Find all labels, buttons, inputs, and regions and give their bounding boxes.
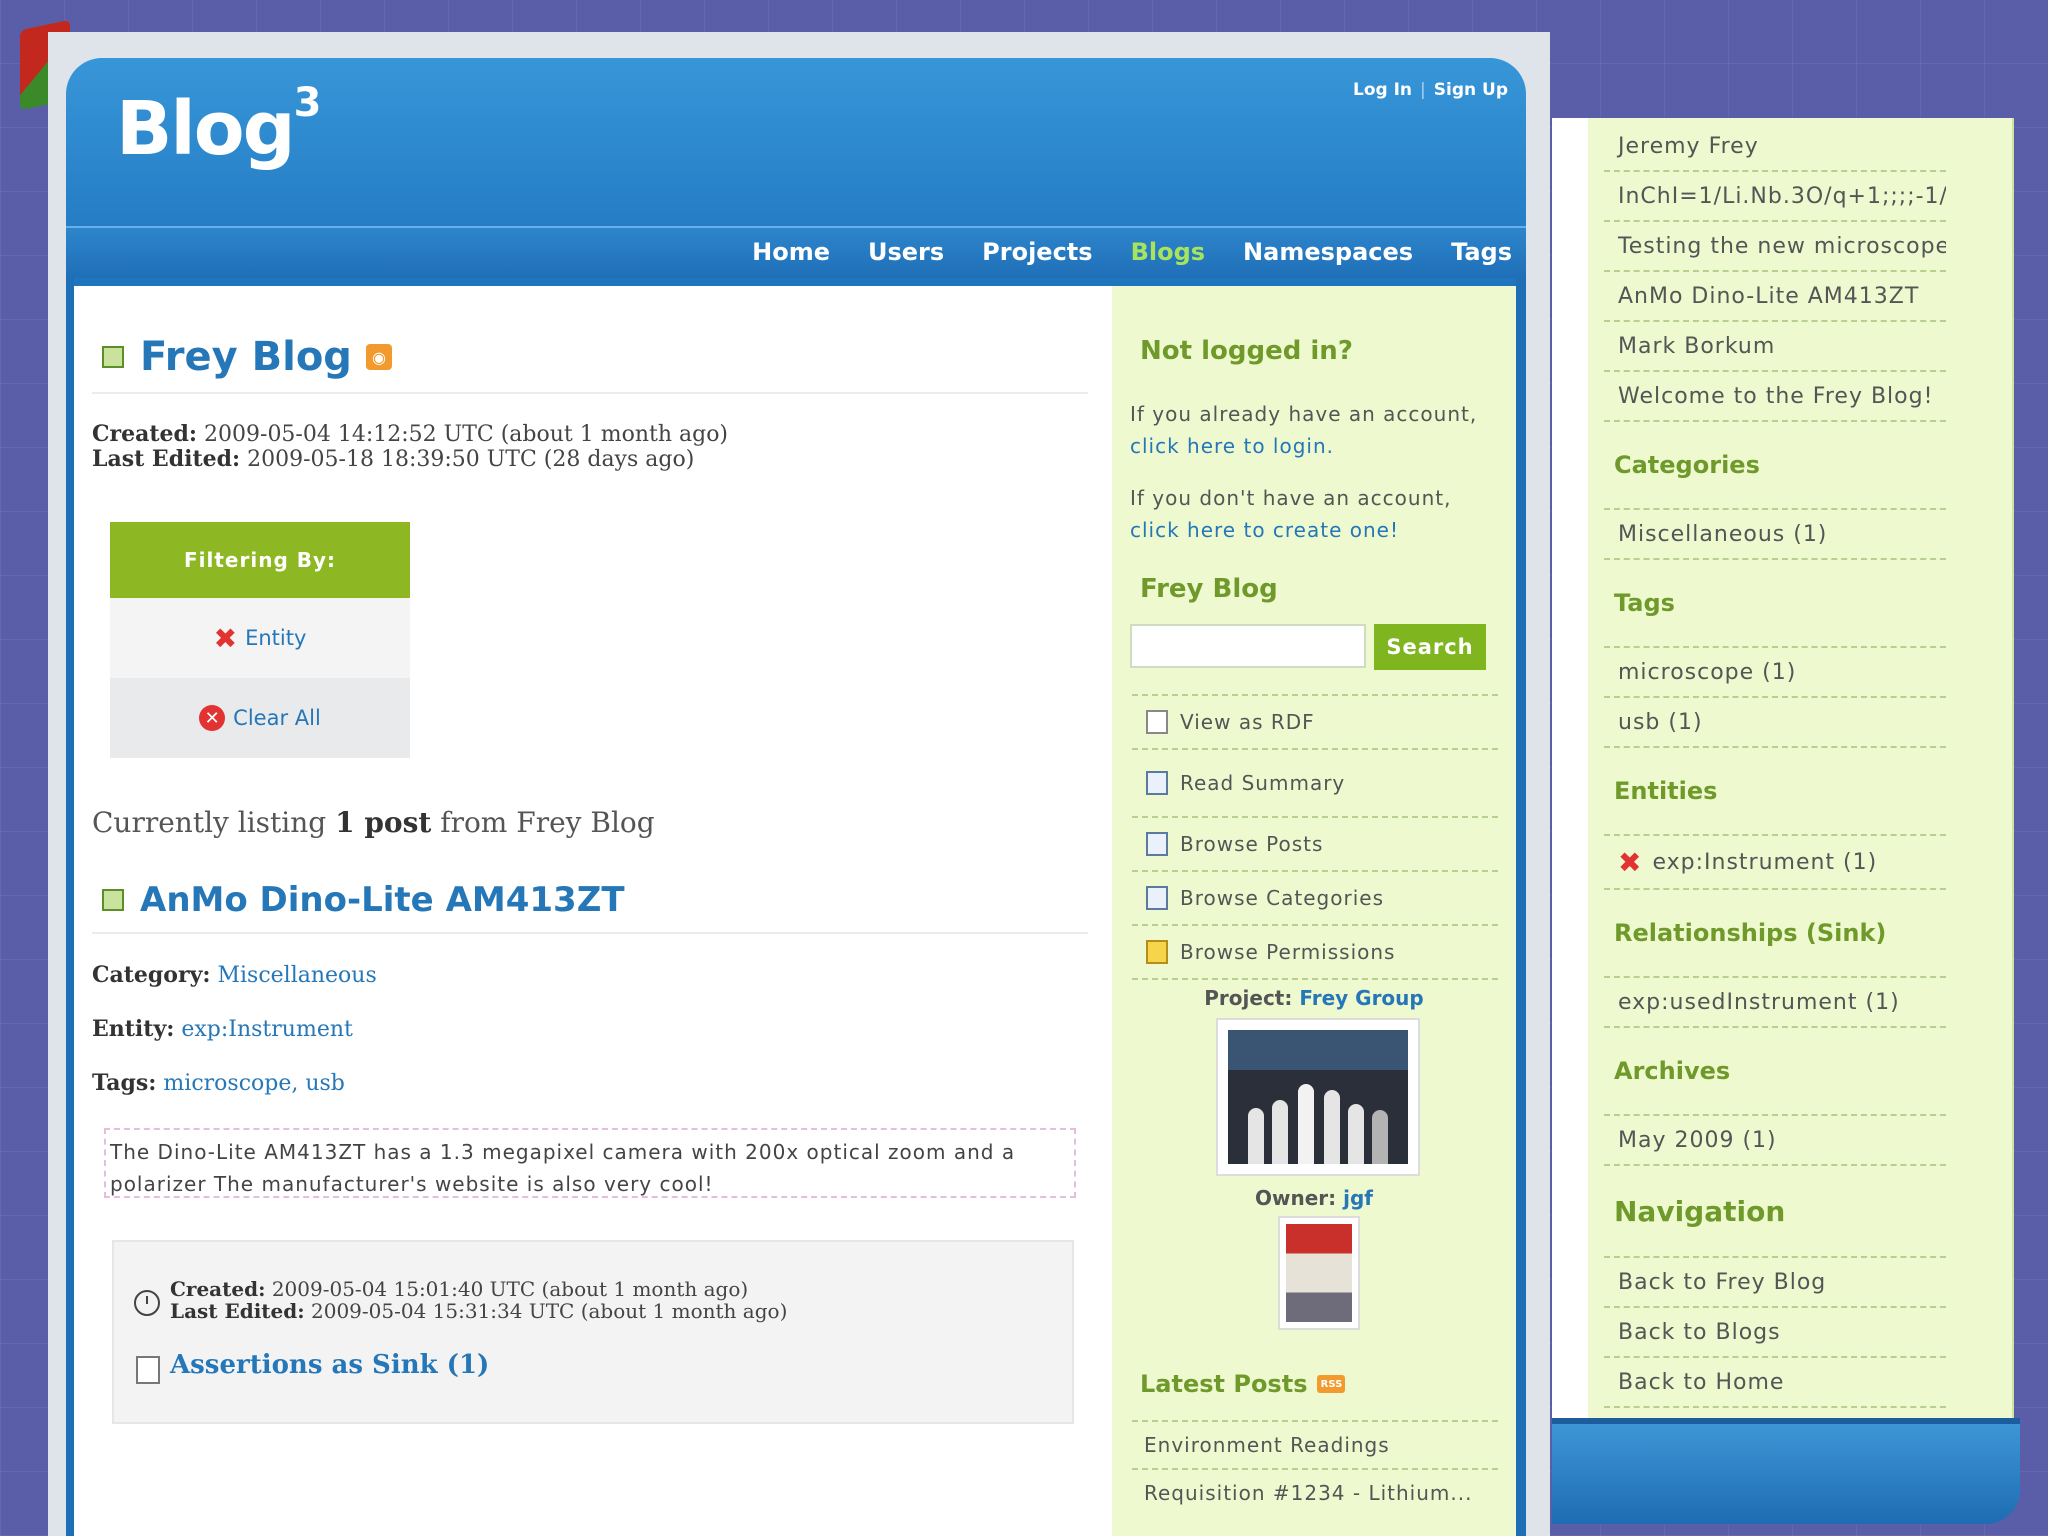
document-icon — [136, 1356, 160, 1384]
entities-heading: Entities — [1604, 748, 1946, 836]
login-prompt: If you already have an account, click he… — [1130, 398, 1477, 462]
filter-header: Filtering By: — [110, 522, 410, 598]
owner-avatar[interactable] — [1278, 1216, 1360, 1330]
listing-summary: Currently listing 1 post from Frey Blog — [92, 806, 655, 839]
recent-items-list: Jeremy Frey InChI=1/Li.Nb.3O/q+1;;;;-1/.… — [1604, 122, 1946, 1408]
remove-icon[interactable]: ✖ — [1618, 846, 1642, 879]
list-item[interactable]: Welcome to the Frey Blog! — [1604, 372, 1946, 422]
list-item[interactable]: InChI=1/Li.Nb.3O/q+1;;;;-1/... — [1604, 172, 1946, 222]
latest-post-item[interactable]: Environment Readings — [1132, 1420, 1498, 1468]
post-category: Category: Miscellaneous — [92, 962, 377, 988]
latest-posts-heading: Latest Posts RSS — [1140, 1370, 1346, 1398]
post-entity: Entity: exp:Instrument — [92, 1016, 353, 1042]
categories-icon — [1146, 886, 1168, 910]
nav-home[interactable]: Home — [752, 238, 830, 266]
browse-posts-link[interactable]: Browse Posts — [1132, 816, 1498, 870]
nav-users[interactable]: Users — [868, 238, 944, 266]
clear-all-filter[interactable]: ✕ Clear All — [110, 678, 410, 758]
entity-item[interactable]: ✖ exp:Instrument (1) — [1604, 836, 1946, 890]
nav-projects[interactable]: Projects — [982, 238, 1092, 266]
search-input[interactable] — [1130, 624, 1366, 668]
auth-links: Log In | Sign Up — [1353, 80, 1508, 100]
clear-icon[interactable]: ✕ — [199, 705, 226, 731]
footer-bar — [1552, 1418, 2020, 1524]
not-logged-heading: Not logged in? — [1140, 336, 1353, 366]
post-body: The Dino-Lite AM413ZT has a 1.3 megapixe… — [104, 1128, 1076, 1198]
clock-icon — [134, 1290, 160, 1316]
collapse-icon[interactable] — [102, 346, 124, 368]
archive-item[interactable]: May 2009 (1) — [1604, 1116, 1946, 1166]
relationship-item[interactable]: exp:usedInstrument (1) — [1604, 978, 1946, 1028]
project-link[interactable]: Frey Group — [1299, 986, 1423, 1010]
owner-link[interactable]: jgf — [1343, 1186, 1373, 1210]
category-item[interactable]: Miscellaneous (1) — [1604, 510, 1946, 560]
rss-icon[interactable]: RSS — [1317, 1375, 1346, 1393]
entity-link[interactable]: exp:Instrument — [181, 1017, 353, 1042]
tags-link[interactable]: microscope, usb — [163, 1071, 344, 1096]
site-header: Blog3 Log In | Sign Up Home Users Projects… — [66, 58, 1526, 286]
signup-link[interactable]: Sign Up — [1434, 80, 1508, 100]
post-tags: Tags: microscope, usb — [92, 1070, 345, 1096]
divider — [92, 932, 1088, 934]
blog-meta: Created: 2009-05-04 14:12:52 UTC (about … — [92, 421, 729, 472]
post-title-row: AnMo Dino-Lite AM413ZT — [102, 880, 625, 920]
blog-title[interactable]: Frey Blog — [140, 334, 352, 380]
read-summary-link[interactable]: Read Summary — [1132, 748, 1498, 816]
latest-posts-list: Environment Readings Requisition #1234 -… — [1132, 1420, 1498, 1516]
remove-icon[interactable]: ✖ — [214, 622, 237, 655]
document-icon — [1146, 710, 1168, 734]
blog-title-row: Frey Blog ◉ — [102, 334, 392, 380]
collapse-icon[interactable] — [102, 889, 124, 911]
list-item[interactable]: Testing the new microscope — [1604, 222, 1946, 272]
login-link[interactable]: Log In — [1353, 80, 1412, 100]
latest-post-item[interactable]: Requisition #1234 - Lithium... — [1132, 1468, 1498, 1516]
blog-sidebar-heading: Frey Blog — [1140, 574, 1278, 604]
view-rdf-link[interactable]: View as RDF — [1132, 694, 1498, 748]
blog-actions: View as RDF Read Summary Browse Posts Br… — [1132, 694, 1498, 980]
tags-heading: Tags — [1604, 560, 1946, 648]
nav-tags[interactable]: Tags — [1451, 238, 1512, 266]
list-item[interactable]: Mark Borkum — [1604, 322, 1946, 372]
book-icon — [1146, 771, 1168, 795]
nav-link[interactable]: Back to Frey Blog — [1604, 1258, 1946, 1308]
main-nav: Home Users Projects Blogs Namespaces Tag… — [66, 226, 1526, 278]
rss-icon[interactable]: ◉ — [365, 344, 392, 370]
relationships-heading: Relationships (Sink) — [1604, 890, 1946, 978]
signup-prompt: If you don't have an account, click here… — [1130, 482, 1451, 546]
list-item[interactable]: Jeremy Frey — [1604, 122, 1946, 172]
nav-blogs[interactable]: Blogs — [1131, 238, 1205, 266]
owner-line: Owner: jgf — [1255, 1186, 1373, 1210]
navigation-heading: Navigation — [1604, 1166, 1946, 1258]
nav-link[interactable]: Back to Home — [1604, 1358, 1946, 1408]
browse-categories-link[interactable]: Browse Categories — [1132, 870, 1498, 924]
list-item[interactable]: AnMo Dino-Lite AM413ZT — [1604, 272, 1946, 322]
create-account-link[interactable]: click here to create one! — [1130, 514, 1451, 546]
categories-heading: Categories — [1604, 422, 1946, 510]
site-logo[interactable]: Blog3 — [116, 80, 321, 172]
login-link[interactable]: click here to login. — [1130, 430, 1477, 462]
lock-icon — [1146, 940, 1168, 964]
divider — [92, 392, 1088, 394]
nav-link[interactable]: Back to Blogs — [1604, 1308, 1946, 1358]
filter-panel: Filtering By: ✖ Entity ✕ Clear All — [110, 522, 410, 758]
project-line: Project: Frey Group — [1204, 986, 1424, 1010]
filter-entity[interactable]: ✖ Entity — [110, 598, 410, 678]
project-photo[interactable] — [1216, 1018, 1420, 1176]
browse-permissions-link[interactable]: Browse Permissions — [1132, 924, 1498, 980]
post-footer: Created: 2009-05-04 15:01:40 UTC (about … — [112, 1240, 1074, 1424]
tag-item[interactable]: microscope (1) — [1604, 648, 1946, 698]
search-button[interactable]: Search — [1374, 624, 1486, 670]
post-title[interactable]: AnMo Dino-Lite AM413ZT — [140, 880, 625, 920]
archives-heading: Archives — [1604, 1028, 1946, 1116]
open-book-icon — [1146, 832, 1168, 856]
tag-item[interactable]: usb (1) — [1604, 698, 1946, 748]
category-link[interactable]: Miscellaneous — [217, 963, 376, 988]
assertions-link[interactable]: Assertions as Sink (1) — [170, 1350, 489, 1380]
nav-namespaces[interactable]: Namespaces — [1243, 238, 1413, 266]
